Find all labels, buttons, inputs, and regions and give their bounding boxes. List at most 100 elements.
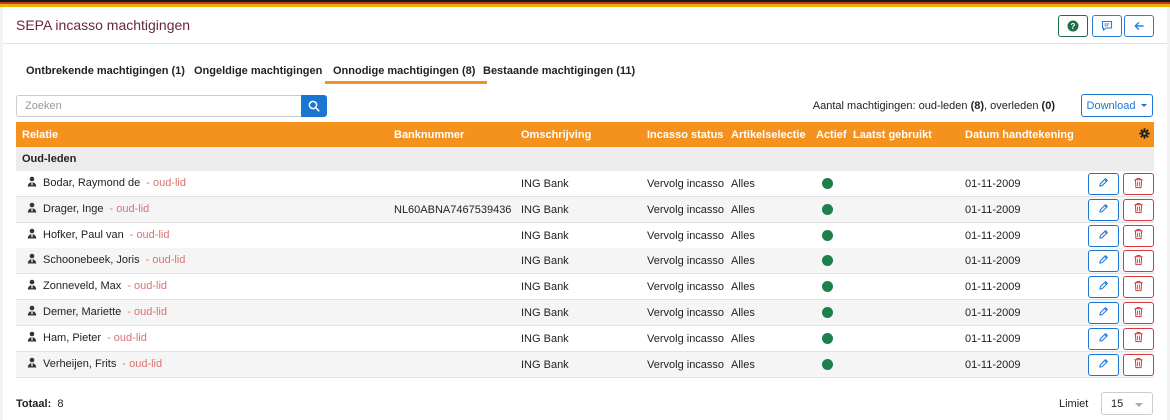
count-summary: Aantal machtigingen: oud-leden (8), over… — [812, 100, 1055, 112]
edit-button[interactable] — [1088, 353, 1119, 376]
relatie-cell: Zonneveld, Max - oud-lid — [27, 279, 167, 293]
signature-date: 01-11-2009 — [965, 307, 1021, 319]
incasso-status: Vervolg incasso — [647, 281, 725, 294]
relatie-cell: Demer, Mariette - oud-lid — [27, 305, 167, 319]
table-row[interactable]: Verheijen, Frits - oud-lid ING Bank Vervolg… — [16, 351, 1154, 378]
table-row[interactable]: Drager, Inge - oud-lid NL60ABNA7467539436 I… — [16, 196, 1154, 223]
col-actief[interactable]: Actief — [816, 129, 847, 141]
relatie-cell: Hofker, Paul van - oud-lid — [27, 228, 169, 242]
search-input[interactable] — [16, 95, 302, 117]
active-status-dot — [822, 203, 833, 215]
article-selection: Alles — [731, 229, 755, 242]
delete-button[interactable] — [1123, 198, 1154, 221]
trash-icon — [1133, 357, 1144, 372]
article-selection: Alles — [731, 203, 755, 216]
footer-total: Totaal: 8 — [16, 398, 64, 410]
delete-button[interactable] — [1123, 327, 1154, 350]
delete-button[interactable] — [1123, 250, 1154, 273]
relation-name[interactable]: Demer, Mariette — [43, 306, 121, 318]
delete-button[interactable] — [1123, 173, 1154, 195]
column-settings-button[interactable] — [1139, 128, 1150, 142]
col-relatie[interactable]: Relatie — [22, 129, 58, 141]
edit-button[interactable] — [1088, 224, 1119, 247]
description: ING Bank — [521, 281, 569, 294]
col-banknummer[interactable]: Banknummer — [394, 129, 464, 141]
signature-date: 01-11-2009 — [965, 178, 1021, 190]
user-icon — [27, 279, 37, 293]
table-row[interactable]: Ham, Pieter - oud-lid ING Bank Vervolg inca… — [16, 325, 1154, 352]
flag-stripe — [0, 0, 1170, 7]
table-row[interactable]: Bodar, Raymond de - oud-lid ING Bank Vervol… — [16, 171, 1154, 197]
table-row[interactable]: Demer, Mariette - oud-lid ING Bank Vervolg … — [16, 300, 1154, 326]
active-status-dot — [822, 332, 833, 344]
relation-name[interactable]: Bodar, Raymond de — [43, 177, 140, 189]
search-icon — [308, 100, 320, 112]
search-button[interactable] — [301, 95, 327, 117]
col-datum-handtekening[interactable]: Datum handtekening — [965, 129, 1074, 141]
trash-icon — [1133, 306, 1144, 321]
relation-name[interactable]: Ham, Pieter — [43, 332, 101, 344]
edit-button[interactable] — [1088, 250, 1119, 273]
pencil-icon — [1098, 280, 1109, 294]
trash-icon — [1133, 228, 1144, 243]
limit-select[interactable]: 15 — [1101, 392, 1153, 415]
col-omschrijving[interactable]: Omschrijving — [521, 129, 591, 141]
feedback-button[interactable] — [1092, 15, 1122, 37]
gear-icon — [1139, 128, 1150, 139]
relation-name[interactable]: Schoonebeek, Joris — [43, 254, 140, 266]
active-status-dot — [822, 358, 833, 370]
incasso-status: Vervolg incasso — [647, 358, 725, 371]
edit-button[interactable] — [1088, 302, 1119, 324]
relation-name[interactable]: Zonneveld, Max — [43, 280, 121, 292]
svg-text:?: ? — [1071, 22, 1076, 31]
back-button[interactable] — [1124, 15, 1154, 37]
relation-name[interactable]: Drager, Inge — [43, 203, 104, 215]
signature-date: 01-11-2009 — [965, 255, 1021, 268]
tab-bestaande[interactable]: Bestaande machtigingen (11) — [483, 65, 635, 85]
relation-type: - oud-lid — [127, 280, 168, 293]
pencil-icon — [1098, 229, 1109, 243]
relation-name[interactable]: Verheijen, Frits — [43, 358, 116, 370]
col-artikelselectie[interactable]: Artikelselectie — [731, 129, 806, 141]
signature-date: 01-11-2009 — [965, 281, 1021, 294]
delete-button[interactable] — [1123, 353, 1154, 376]
table-header: Relatie Banknummer Omschrijving Incasso … — [16, 122, 1154, 147]
main-panel: SEPA incasso machtigingen ? Ontbrekende … — [3, 7, 1167, 420]
table-row[interactable]: Zonneveld, Max - oud-lid ING Bank Vervolg i… — [16, 274, 1154, 301]
edit-button[interactable] — [1088, 327, 1119, 350]
pencil-icon — [1098, 177, 1109, 191]
signature-date: 01-11-2009 — [965, 229, 1021, 242]
col-incasso-status[interactable]: Incasso status — [647, 129, 723, 141]
download-button[interactable]: Download — [1081, 94, 1153, 117]
table-row[interactable]: Hofker, Paul van - oud-lid ING Bank Vervolg… — [16, 222, 1154, 249]
edit-button[interactable] — [1088, 198, 1119, 221]
description: ING Bank — [521, 307, 569, 319]
active-status-dot — [822, 307, 833, 318]
article-selection: Alles — [731, 178, 755, 190]
article-selection: Alles — [731, 255, 755, 268]
pencil-icon — [1098, 203, 1109, 217]
tab-ongeldige[interactable]: Ongeldige machtigingen — [194, 65, 322, 85]
relatie-cell: Verheijen, Frits - oud-lid — [27, 357, 162, 371]
tab-onnodige[interactable]: Onnodige machtigingen (8) — [324, 65, 488, 85]
help-button[interactable]: ? — [1058, 15, 1088, 37]
relation-name[interactable]: Hofker, Paul van — [43, 229, 124, 241]
description: ING Bank — [521, 332, 569, 345]
pencil-icon — [1098, 254, 1109, 268]
user-icon — [27, 253, 37, 267]
user-icon — [27, 202, 37, 216]
delete-button[interactable] — [1123, 276, 1154, 299]
edit-button[interactable] — [1088, 173, 1119, 195]
tab-ontbrekende[interactable]: Ontbrekende machtigingen (1) — [26, 65, 185, 85]
table-row[interactable]: Schoonebeek, Joris - oud-lid ING Bank Vervo… — [16, 248, 1154, 275]
relation-type: - oud-lid — [107, 331, 147, 344]
relatie-cell: Ham, Pieter - oud-lid — [27, 331, 147, 345]
article-selection: Alles — [731, 307, 755, 319]
panel-header: SEPA incasso machtigingen ? — [3, 7, 1167, 44]
pencil-icon — [1098, 358, 1109, 372]
delete-button[interactable] — [1123, 302, 1154, 324]
edit-button[interactable] — [1088, 276, 1119, 299]
active-status-dot — [822, 178, 833, 189]
col-laatst-gebruikt[interactable]: Laatst gebruikt — [853, 129, 932, 141]
delete-button[interactable] — [1123, 224, 1154, 247]
